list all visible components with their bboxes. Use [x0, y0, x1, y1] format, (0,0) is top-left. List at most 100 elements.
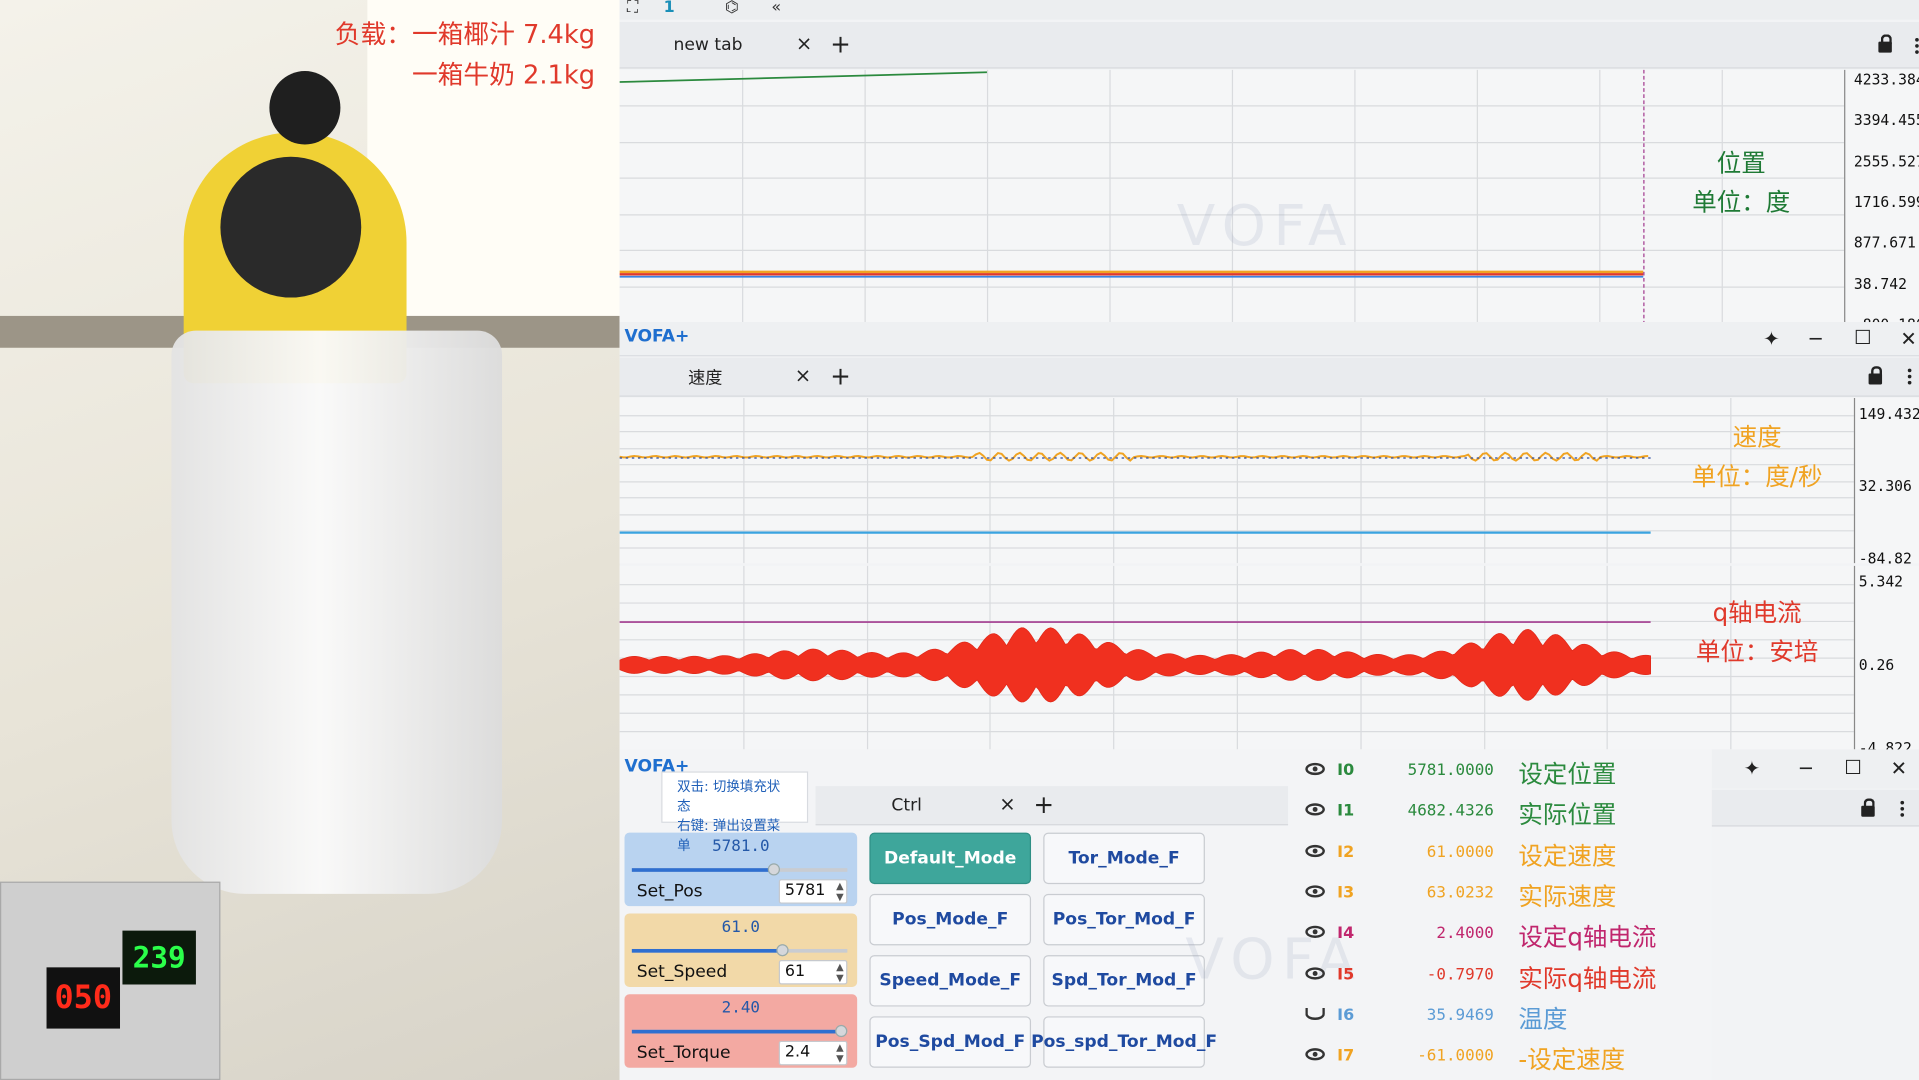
add-tab-icon[interactable]: + — [1033, 792, 1054, 816]
load-caption-1: 负载：一箱椰汁 7.4kg — [334, 19, 596, 49]
slider-thumb[interactable] — [767, 863, 781, 876]
psu-voltage-display: 239 — [122, 930, 196, 985]
psu-current-display: 050 — [46, 967, 121, 1029]
mode-button-pos-spd-mod-f[interactable]: Pos_Spd_Mod_F — [869, 1016, 1032, 1068]
channel-id: I1 — [1337, 802, 1355, 821]
y-tick-label: -84.82 — [1858, 549, 1912, 567]
channel-id: I7 — [1337, 1047, 1355, 1066]
info-icon[interactable]: 1 — [664, 0, 675, 17]
y-tick-label: 5.342 — [1858, 573, 1904, 591]
ctrl-tabbar: Ctrl × + — [815, 786, 1289, 826]
kebab-menu-icon[interactable] — [1900, 806, 1905, 811]
position-plot[interactable]: VOFA 4233.384 3394.455 2555.527 1716.599 877… — [619, 69, 1919, 333]
channel-row[interactable]: I1 4682.4326 实际位置 — [1288, 793, 1712, 833]
eye-icon[interactable] — [1305, 925, 1325, 939]
channel-id: I6 — [1337, 1006, 1355, 1025]
maximize-icon[interactable]: ☐ — [1854, 328, 1872, 348]
channel-row[interactable]: I0 5781.0000 设定位置 — [1288, 752, 1712, 792]
eye-icon[interactable] — [1305, 966, 1325, 979]
maximize-icon[interactable]: ☐ — [1844, 757, 1862, 778]
tab-close-icon[interactable]: × — [795, 364, 811, 387]
current-plot[interactable]: 5.342 0.26 -4.822 q轴电流 单位：安培 — [619, 565, 1919, 757]
channel-row[interactable]: I7 -61.0000 -设定速度 — [1288, 1037, 1712, 1077]
tab-ctrl[interactable]: Ctrl — [891, 786, 922, 824]
channel-value: 61.0000 — [1426, 843, 1494, 862]
motor-body — [220, 156, 362, 298]
slider-track[interactable] — [631, 863, 848, 876]
mode-button-tor-mode-f[interactable]: Tor_Mode_F — [1043, 832, 1205, 885]
eye-icon[interactable] — [1305, 762, 1325, 776]
speed-plot[interactable]: 149.432 32.306 -84.82 速度 单位：度/秒 — [619, 397, 1919, 567]
eye-closed-icon[interactable] — [1305, 1007, 1325, 1020]
pin-icon[interactable]: ✦ — [1744, 759, 1760, 779]
eye-icon[interactable] — [1305, 1048, 1325, 1061]
channel-name[interactable]: 设定位置 — [1518, 754, 1616, 790]
channel-name[interactable]: 实际位置 — [1518, 795, 1616, 831]
tab-speed[interactable]: 速度 — [688, 358, 722, 396]
eye-icon[interactable] — [1305, 844, 1325, 857]
channel-row[interactable]: I3 63.0232 实际速度 — [1288, 874, 1712, 914]
channel-name[interactable]: 设定速度 — [1518, 836, 1616, 872]
slider-track[interactable] — [631, 1024, 848, 1038]
ctrl-window-titlebar: ✦ ─ ☐ ✕ — [1711, 749, 1919, 789]
mode-button-pos-spd-tor-mod-f[interactable]: Pos_spd_Tor_Mod_F — [1031, 1016, 1217, 1068]
kebab-menu-icon[interactable] — [1915, 44, 1919, 48]
slider-thumb[interactable] — [834, 1024, 848, 1038]
slider-spinbox[interactable]: 61 ▲ ▼ — [778, 960, 848, 985]
channel-name[interactable]: 温度 — [1518, 999, 1567, 1035]
y-tick-label: 4233.384 — [1853, 71, 1919, 89]
eye-icon[interactable] — [1305, 885, 1325, 898]
tab-new-tab[interactable]: new tab — [673, 22, 742, 67]
lock-icon[interactable] — [1868, 366, 1883, 385]
screenshot-icon[interactable]: ⛶ — [627, 0, 638, 17]
tooltip: 双击: 切换填充状态 右键: 弹出设置菜单 — [661, 771, 809, 853]
slider-track[interactable] — [631, 944, 848, 957]
lock-icon[interactable] — [1878, 34, 1892, 53]
eye-icon[interactable] — [1305, 803, 1325, 816]
kebab-menu-icon[interactable] — [1907, 374, 1912, 379]
channel-id: I0 — [1337, 761, 1355, 781]
channel-row[interactable]: I5 -0.7970 实际q轴电流 — [1288, 956, 1712, 996]
slider-value: 2.40 — [721, 999, 760, 1018]
camera-photo: 050 239 负载：一箱椰汁 7.4kg 一箱牛奶 2.1kg — [0, 0, 620, 1080]
spinbox-value: 5781 — [784, 881, 826, 901]
close-icon[interactable]: ✕ — [1900, 329, 1916, 349]
channel-name[interactable]: 实际速度 — [1518, 877, 1616, 913]
channel-name[interactable]: -设定速度 — [1518, 1040, 1625, 1076]
minimize-icon[interactable]: ─ — [1810, 329, 1822, 349]
mode-button-speed-mode-f[interactable]: Speed_Mode_F — [869, 955, 1032, 1007]
minimize-icon[interactable]: ─ — [1800, 759, 1812, 779]
tab-close-icon[interactable]: × — [796, 32, 812, 55]
slider-fill — [631, 868, 775, 872]
mode-button-pos-tor-mod-f[interactable]: Pos_Tor_Mod_F — [1043, 893, 1205, 946]
add-tab-icon[interactable]: + — [830, 32, 851, 56]
fingerprint-icon[interactable]: ⌬ — [725, 0, 739, 17]
mode-button-spd-tor-mod-f[interactable]: Spd_Tor_Mod_F — [1043, 955, 1205, 1007]
channel-row[interactable]: I4 2.4000 设定q轴电流 — [1288, 915, 1712, 955]
channel-name[interactable]: 设定q轴电流 — [1518, 917, 1656, 953]
spin-arrows-icon[interactable]: ▲ ▼ — [836, 1042, 844, 1064]
channel-row[interactable]: I6 35.9469 温度 — [1288, 996, 1712, 1036]
slider-set-torque[interactable]: 2.40 Set_Torque 2.4 ▲ ▼ — [624, 994, 858, 1068]
spin-arrows-icon[interactable]: ▲ ▼ — [836, 961, 844, 983]
y-tick-label: 38.742 — [1853, 275, 1907, 293]
slider-set-speed[interactable]: 61.0 Set_Speed 61 ▲ ▼ — [624, 913, 858, 987]
pin-icon[interactable]: ✦ — [1763, 329, 1779, 349]
slider-spinbox[interactable]: 5781 ▲ ▼ — [778, 879, 848, 904]
channel-value: -0.7970 — [1426, 965, 1494, 984]
close-icon[interactable]: ✕ — [1891, 759, 1907, 779]
spin-arrows-icon[interactable]: ▲ ▼ — [836, 880, 844, 902]
slider-name: Set_Pos — [636, 881, 703, 902]
channel-name[interactable]: 实际q轴电流 — [1518, 958, 1656, 994]
speed-label: 速度 单位：度/秒 — [1678, 418, 1837, 496]
collapse-left-icon[interactable]: « — [771, 0, 781, 17]
slider-thumb[interactable] — [776, 944, 789, 957]
lock-icon[interactable] — [1861, 798, 1875, 817]
mode-button-pos-mode-f[interactable]: Pos_Mode_F — [869, 893, 1032, 946]
tab-close-icon[interactable]: × — [999, 792, 1015, 815]
load-caption-2: 一箱牛奶 2.1kg — [411, 60, 596, 90]
channel-row[interactable]: I2 61.0000 设定速度 — [1288, 833, 1712, 873]
mode-button-default-mode[interactable]: Default_Mode — [869, 832, 1032, 885]
slider-spinbox[interactable]: 2.4 ▲ ▼ — [778, 1040, 848, 1066]
add-tab-icon[interactable]: + — [830, 364, 851, 388]
